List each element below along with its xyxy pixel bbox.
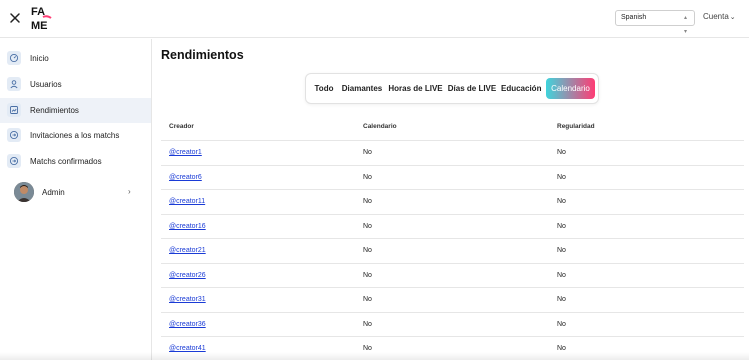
calendario-cell: No xyxy=(363,247,372,254)
regularidad-cell: No xyxy=(557,198,566,205)
tab-dias-de-live[interactable]: Días de LIVE xyxy=(447,78,497,99)
table-row: @creator41 No No xyxy=(161,337,744,360)
avatar xyxy=(14,182,34,202)
table-row: @creator26 No No xyxy=(161,264,744,288)
sidebar-item-inicio[interactable]: Inicio xyxy=(0,46,151,71)
table-row: @creator11 No No xyxy=(161,190,744,215)
admin-profile-row[interactable]: Admin › xyxy=(0,181,151,203)
creator-link[interactable]: @creator31 xyxy=(169,296,206,303)
creator-link[interactable]: @creator16 xyxy=(169,223,206,230)
language-select-value: Spanish xyxy=(621,14,647,21)
invite-icon xyxy=(7,128,21,142)
calendario-cell: No xyxy=(363,271,372,279)
creator-link[interactable]: @creator26 xyxy=(169,272,206,279)
table-row: @creator36 No No xyxy=(161,313,744,337)
table-row: @creator6 No No xyxy=(161,166,744,190)
sidebar-item-label: Inicio xyxy=(30,54,49,63)
regularidad-cell: No xyxy=(557,320,566,328)
sidebar-item-matchs-confirmados[interactable]: Matchs confirmados xyxy=(0,149,151,174)
regularidad-cell: No xyxy=(557,222,566,230)
table-row: @creator31 No No xyxy=(161,288,744,313)
sidebar: Inicio Usuarios Rendimientos Invitacione… xyxy=(0,39,152,360)
select-updown-icon: ▴ ▾ xyxy=(683,15,687,35)
table-row: @creator21 No No xyxy=(161,239,744,264)
language-select[interactable]: Spanish ▴ ▾ xyxy=(615,10,695,35)
regularidad-cell: No xyxy=(557,296,566,303)
tab-bar: Todo Diamantes Horas de LIVE Días de LIV… xyxy=(305,73,599,104)
page-title: Rendimientos xyxy=(161,48,244,62)
sidebar-item-label: Invitaciones a los matchs xyxy=(30,131,120,140)
close-icon[interactable] xyxy=(8,11,22,25)
regularidad-cell: No xyxy=(557,149,566,156)
fame-logo-icon[interactable]: FA ME xyxy=(30,4,54,32)
sidebar-item-label: Rendimientos xyxy=(30,106,79,115)
chart-icon xyxy=(7,103,21,117)
calendario-cell: No xyxy=(363,149,372,156)
sidebar-item-label: Usuarios xyxy=(30,80,62,89)
account-menu[interactable]: Cuenta⌄ xyxy=(703,12,736,21)
creator-link[interactable]: @creator36 xyxy=(169,321,206,328)
tab-todo[interactable]: Todo xyxy=(312,78,336,99)
tab-calendario[interactable]: Calendario xyxy=(546,78,595,99)
creator-link[interactable]: @creator1 xyxy=(169,149,202,156)
calendario-cell: No xyxy=(363,345,372,352)
creator-link[interactable]: @creator6 xyxy=(169,174,202,181)
chevron-down-icon: ⌄ xyxy=(729,14,736,21)
user-icon xyxy=(7,77,21,91)
regularidad-cell: No xyxy=(557,173,566,181)
sidebar-item-invitaciones[interactable]: Invitaciones a los matchs xyxy=(0,123,151,148)
dashboard-icon xyxy=(7,51,21,65)
regularidad-cell: No xyxy=(557,271,566,279)
tab-diamantes[interactable]: Diamantes xyxy=(341,78,383,99)
confirmed-icon xyxy=(7,154,21,168)
column-header-creador: Creador xyxy=(169,123,194,130)
calendario-cell: No xyxy=(363,222,372,230)
sidebar-item-usuarios[interactable]: Usuarios xyxy=(0,72,151,97)
top-bar: FA ME Spanish ▴ ▾ Cuenta⌄ xyxy=(0,0,749,38)
regularidad-cell: No xyxy=(557,345,566,352)
chevron-right-icon: › xyxy=(128,187,131,196)
calendario-cell: No xyxy=(363,173,372,181)
creator-link[interactable]: @creator21 xyxy=(169,247,206,254)
sidebar-item-rendimientos[interactable]: Rendimientos xyxy=(0,98,151,123)
tab-horas-de-live[interactable]: Horas de LIVE xyxy=(388,78,443,99)
column-header-calendario: Calendario xyxy=(363,123,397,130)
column-header-regularidad: Regularidad xyxy=(557,123,595,130)
table-row: @creator16 No No xyxy=(161,215,744,239)
regularidad-cell: No xyxy=(557,247,566,254)
account-label: Cuenta xyxy=(703,12,729,21)
table-row: @creator1 No No xyxy=(161,141,744,166)
calendario-cell: No xyxy=(363,296,372,303)
tab-educacion[interactable]: Educación xyxy=(501,78,541,99)
svg-text:ME: ME xyxy=(31,20,48,32)
calendario-cell: No xyxy=(363,198,372,205)
creator-link[interactable]: @creator41 xyxy=(169,345,206,352)
calendario-cell: No xyxy=(363,320,372,328)
admin-label: Admin xyxy=(42,188,65,197)
creator-link[interactable]: @creator11 xyxy=(169,198,205,205)
sidebar-item-label: Matchs confirmados xyxy=(30,157,102,166)
